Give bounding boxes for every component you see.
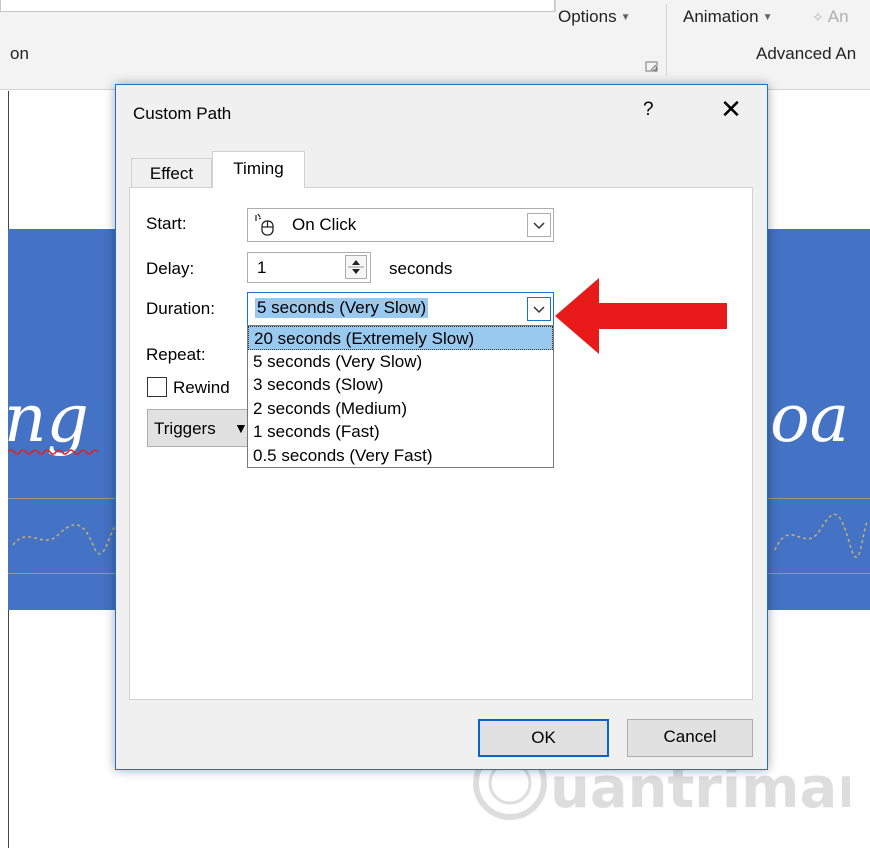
triggers-label: Triggers: [154, 419, 216, 438]
slide-text-right: oa: [770, 380, 850, 457]
duration-option[interactable]: 1 seconds (Fast): [248, 420, 553, 444]
dialog-title: Custom Path: [133, 104, 232, 123]
repeat-label: Repeat:: [146, 345, 206, 364]
duration-dropdown[interactable]: 5 seconds (Very Slow): [247, 292, 554, 326]
custom-path-dialog: Custom Path ? ✕ Effect Timing Start: On …: [115, 84, 768, 770]
duration-option[interactable]: 5 seconds (Very Slow): [248, 350, 553, 374]
duration-option[interactable]: 3 seconds (Slow): [248, 373, 553, 397]
animation-button[interactable]: Animation ▼: [683, 7, 773, 27]
brush-icon: ✧: [812, 8, 824, 25]
rewind-checkbox[interactable]: [147, 377, 167, 397]
help-button[interactable]: ?: [643, 99, 654, 121]
delay-unit: seconds: [389, 259, 453, 278]
cancel-button[interactable]: Cancel: [627, 719, 753, 757]
chevron-down-icon[interactable]: [527, 213, 551, 237]
ok-button[interactable]: OK: [478, 719, 609, 757]
tab-timing[interactable]: Timing: [212, 151, 305, 188]
double-arrow-down-icon: ▼: [234, 420, 248, 436]
animation-painter-button[interactable]: ✧ An: [812, 7, 849, 27]
start-label: Start:: [146, 214, 187, 233]
ribbon-group-label: on: [10, 44, 29, 63]
ribbon-divider: [666, 4, 667, 76]
start-dropdown[interactable]: On Click: [247, 208, 554, 242]
options-label: Options: [558, 7, 617, 26]
ribbon-gallery-box: [0, 0, 555, 12]
spellcheck-underline: [7, 444, 99, 455]
duration-option[interactable]: 2 seconds (Medium): [248, 397, 553, 421]
duration-option[interactable]: 0.5 seconds (Very Fast): [248, 444, 553, 468]
delay-stepper[interactable]: 1: [247, 252, 371, 283]
mouse-click-icon: [252, 212, 278, 238]
delay-label: Delay:: [146, 259, 195, 278]
caret-down-icon: ▼: [762, 11, 773, 23]
ribbon-group-label: Advanced An: [756, 44, 857, 63]
ribbon-divider: [555, 0, 556, 12]
duration-options-list[interactable]: 20 seconds (Extremely Slow) 5 seconds (V…: [247, 325, 554, 468]
duration-label: Duration:: [146, 299, 215, 318]
dialog-launcher-icon[interactable]: [645, 60, 659, 72]
delay-value: 1: [257, 258, 267, 277]
animation-label: Animation: [683, 7, 759, 26]
start-value: On Click: [292, 215, 357, 234]
caret-down-icon: ▼: [620, 11, 631, 23]
annotation-arrow-icon: [555, 278, 727, 354]
dotted-script-right: [770, 505, 870, 565]
chevron-down-icon[interactable]: [527, 297, 551, 321]
options-button[interactable]: Options ▼: [558, 7, 631, 27]
dotted-script-left: [8, 505, 118, 565]
tab-effect[interactable]: Effect: [131, 158, 212, 187]
animation-painter-label: An: [827, 7, 849, 26]
spin-buttons[interactable]: [345, 255, 367, 279]
rewind-label: Rewind: [173, 378, 230, 397]
duration-value: 5 seconds (Very Slow): [255, 298, 429, 318]
duration-option[interactable]: 20 seconds (Extremely Slow): [248, 326, 553, 350]
triggers-button[interactable]: Triggers ▼: [147, 409, 257, 447]
close-icon[interactable]: ✕: [716, 95, 746, 125]
